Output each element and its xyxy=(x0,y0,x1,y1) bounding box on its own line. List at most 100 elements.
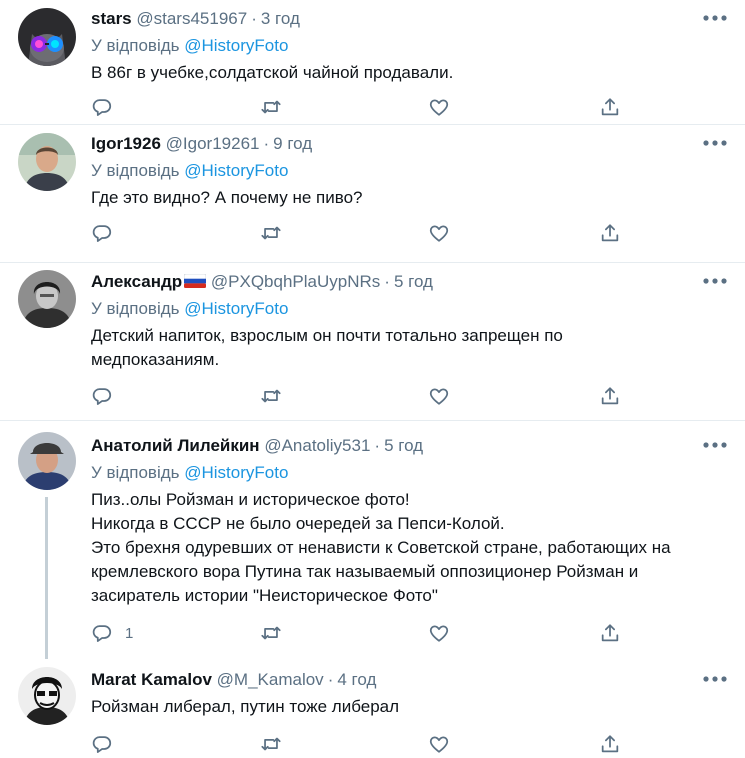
like-button[interactable] xyxy=(428,95,450,119)
more-options-icon[interactable] xyxy=(702,439,728,451)
retweet-icon xyxy=(260,622,282,644)
mention-link[interactable]: @HistoryFoto xyxy=(184,463,288,482)
retweet-icon xyxy=(260,733,282,755)
reply-icon xyxy=(91,622,113,644)
reply-button[interactable]: 1 xyxy=(91,621,133,645)
more-options-icon[interactable] xyxy=(702,673,728,685)
like-button[interactable] xyxy=(428,732,450,756)
retweet-button[interactable] xyxy=(260,384,282,408)
tweet-text: Детский напиток, взрослым он почти тотал… xyxy=(91,324,731,372)
reply-button[interactable] xyxy=(91,732,125,756)
reply-context: У відповідь @HistoryFoto xyxy=(91,160,288,182)
like-icon xyxy=(428,96,450,118)
mention-link[interactable]: @HistoryFoto xyxy=(184,161,288,180)
separator-dot: · xyxy=(263,134,270,153)
reply-icon xyxy=(91,385,113,407)
display-name[interactable]: Marat Kamalov xyxy=(91,670,212,689)
tweet-text-line: кремлевского вора Путина так называемый … xyxy=(91,562,639,581)
reply-button[interactable] xyxy=(91,221,125,245)
timestamp[interactable]: 9 год xyxy=(273,134,312,153)
tweet-text-line: Никогда в СССР не было очередей за Пепси… xyxy=(91,514,505,533)
share-button[interactable] xyxy=(599,384,621,408)
retweet-button[interactable] xyxy=(260,621,282,645)
tweet[interactable]: Анатолий Лилейкин @Anatoliy531 · 5 год У в… xyxy=(0,421,745,659)
like-icon xyxy=(428,385,450,407)
tweet-text-line: Ройзман либерал, путин тоже либерал xyxy=(91,697,400,716)
like-button[interactable] xyxy=(428,384,450,408)
user-handle[interactable]: @Anatoliy531 xyxy=(264,436,370,455)
reply-button[interactable] xyxy=(91,95,125,119)
avatar[interactable] xyxy=(18,133,76,191)
tweet[interactable]: Александр @PXQbqhPlaUypNRs · 5 год У відпо… xyxy=(0,263,745,421)
tweet[interactable]: stars @stars451967 · 3 год У відповідь @Hi… xyxy=(0,0,745,125)
reply-context: У відповідь @HistoryFoto xyxy=(91,462,288,484)
user-handle[interactable]: @Igor19261 xyxy=(166,134,260,153)
avatar[interactable] xyxy=(18,270,76,328)
user-handle[interactable]: @M_Kamalov xyxy=(217,670,324,689)
like-icon xyxy=(428,222,450,244)
timestamp[interactable]: 4 год xyxy=(337,670,376,689)
tweet-text-line: Пиз..олы Ройзман и историческое фото! xyxy=(91,490,410,509)
reply-icon xyxy=(91,222,113,244)
retweet-icon xyxy=(260,222,282,244)
share-button[interactable] xyxy=(599,221,621,245)
user-handle[interactable]: @PXQbqhPlaUypNRs xyxy=(211,272,380,291)
retweet-button[interactable] xyxy=(260,95,282,119)
tweet-text-line: В 86г в учебке,солдатской чайной продава… xyxy=(91,63,454,82)
mention-link[interactable]: @HistoryFoto xyxy=(184,299,288,318)
reply-context: У відповідь @HistoryFoto xyxy=(91,298,288,320)
tweet[interactable]: Igor1926 @Igor19261 · 9 год У відповідь @H… xyxy=(0,125,745,263)
share-button[interactable] xyxy=(599,732,621,756)
tweet-text: Где это видно? А почему не пиво? xyxy=(91,186,731,210)
display-name[interactable]: Igor1926 xyxy=(91,134,161,153)
tweet-text: В 86г в учебке,солдатской чайной продава… xyxy=(91,61,731,85)
tweet-text: Пиз..олы Ройзман и историческое фото! Ни… xyxy=(91,488,731,608)
retweet-button[interactable] xyxy=(260,732,282,756)
russia-flag-icon xyxy=(184,274,207,288)
tweet-header: Igor1926 @Igor19261 · 9 год xyxy=(91,133,312,155)
tweet-text-line: медпоказаниям. xyxy=(91,350,220,369)
reply-prefix: У відповідь xyxy=(91,299,180,318)
like-icon xyxy=(428,622,450,644)
user-handle[interactable]: @stars451967 xyxy=(136,9,247,28)
reply-prefix: У відповідь xyxy=(91,36,180,55)
like-button[interactable] xyxy=(428,621,450,645)
reply-icon xyxy=(91,96,113,118)
display-name[interactable]: Анатолий Лилейкин xyxy=(91,436,260,455)
reply-prefix: У відповідь xyxy=(91,463,180,482)
share-icon xyxy=(599,385,621,407)
avatar[interactable] xyxy=(18,8,76,66)
like-button[interactable] xyxy=(428,221,450,245)
separator-dot: · xyxy=(327,670,334,689)
separator-dot: · xyxy=(374,436,381,455)
share-icon xyxy=(599,733,621,755)
separator-dot: · xyxy=(384,272,390,291)
reply-button[interactable] xyxy=(91,384,125,408)
timestamp[interactable]: 5 год xyxy=(384,436,423,455)
more-options-icon[interactable] xyxy=(702,275,728,287)
timestamp[interactable]: 3 год xyxy=(261,9,300,28)
share-icon xyxy=(599,96,621,118)
tweet-header: Marat Kamalov @M_Kamalov · 4 год xyxy=(91,669,376,691)
share-button[interactable] xyxy=(599,621,621,645)
tweet-text-line: засиратель истории "Неисторическое Фото" xyxy=(91,586,438,605)
tweet-text-line: Детский напиток, взрослым он почти тотал… xyxy=(91,326,563,345)
retweet-icon xyxy=(260,385,282,407)
tweet-header: Анатолий Лилейкин @Anatoliy531 · 5 год xyxy=(91,435,423,457)
timestamp[interactable]: 5 год xyxy=(394,272,433,291)
retweet-button[interactable] xyxy=(260,221,282,245)
mention-link[interactable]: @HistoryFoto xyxy=(184,36,288,55)
tweet[interactable]: Marat Kamalov @M_Kamalov · 4 год Ройзман л… xyxy=(0,659,745,758)
avatar[interactable] xyxy=(18,667,76,725)
share-button[interactable] xyxy=(599,95,621,119)
reply-context: У відповідь @HistoryFoto xyxy=(91,35,288,57)
tweet-text-line: Это брехня одуревших от ненависти к Сове… xyxy=(91,538,671,557)
like-icon xyxy=(428,733,450,755)
display-name[interactable]: Александр xyxy=(91,272,182,291)
more-options-icon[interactable] xyxy=(702,137,728,149)
reply-icon xyxy=(91,733,113,755)
avatar[interactable] xyxy=(18,432,76,490)
more-options-icon[interactable] xyxy=(702,12,728,24)
tweet-header: stars @stars451967 · 3 год xyxy=(91,8,300,30)
display-name[interactable]: stars xyxy=(91,9,132,28)
